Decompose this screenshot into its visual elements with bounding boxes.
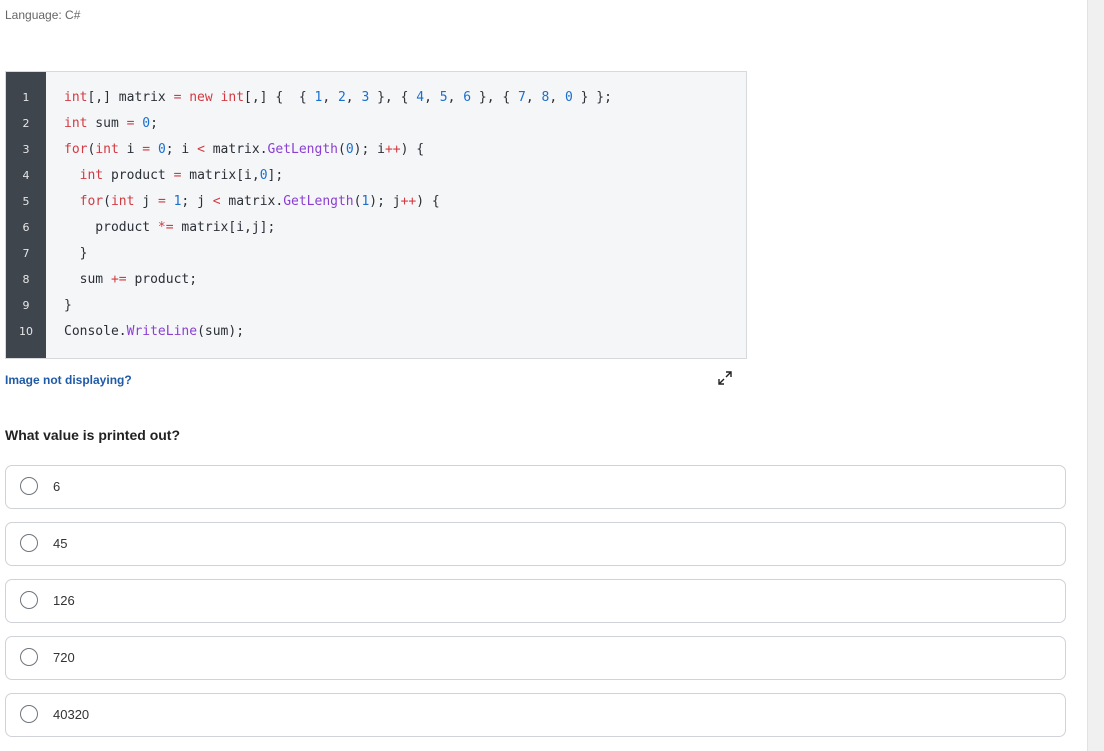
code-line-9: } bbox=[64, 298, 72, 313]
answer-option-3[interactable]: 126 bbox=[5, 579, 1066, 623]
expand-icon[interactable] bbox=[714, 370, 736, 388]
line-number: 3 bbox=[22, 143, 30, 156]
code-line-7: } bbox=[64, 246, 88, 261]
answer-label: 40320 bbox=[53, 707, 90, 722]
code-line-8: sum += product; bbox=[64, 272, 198, 287]
line-number: 1 bbox=[22, 91, 30, 104]
answer-option-2[interactable]: 45 bbox=[5, 522, 1066, 566]
answer-label: 720 bbox=[53, 650, 75, 665]
line-number: 7 bbox=[22, 247, 30, 260]
code-line-2: int sum = 0; bbox=[64, 116, 158, 131]
question-text: What value is printed out? bbox=[5, 427, 181, 443]
answer-option-4[interactable]: 720 bbox=[5, 636, 1066, 680]
expand-icon-graphic bbox=[718, 371, 732, 385]
line-number: 10 bbox=[19, 325, 33, 338]
answer-option-5[interactable]: 40320 bbox=[5, 693, 1066, 737]
answer-label: 6 bbox=[53, 479, 61, 494]
code-line-10: Console.WriteLine(sum); bbox=[64, 324, 245, 339]
image-not-displaying-link[interactable]: Image not displaying? bbox=[5, 373, 132, 387]
answer-label: 45 bbox=[53, 536, 68, 551]
line-number-gutter: 1 2 3 4 5 6 7 8 9 10 bbox=[6, 72, 46, 358]
page-scrollbar[interactable] bbox=[1087, 0, 1104, 751]
code-line-6: product *= matrix[i,j]; bbox=[64, 220, 276, 235]
line-number: 9 bbox=[22, 299, 30, 312]
line-number: 4 bbox=[22, 169, 30, 182]
answer-label: 126 bbox=[53, 593, 75, 608]
radio-button[interactable] bbox=[20, 591, 38, 609]
radio-button[interactable] bbox=[20, 477, 38, 495]
line-number: 8 bbox=[22, 273, 30, 286]
radio-button[interactable] bbox=[20, 534, 38, 552]
code-line-1: int[,] matrix = new int[,] { { 1, 2, 3 }… bbox=[64, 90, 612, 105]
line-number: 6 bbox=[22, 221, 30, 234]
radio-button[interactable] bbox=[20, 648, 38, 666]
radio-button[interactable] bbox=[20, 705, 38, 723]
line-number: 2 bbox=[22, 117, 30, 130]
line-number: 5 bbox=[22, 195, 30, 208]
language-label: Language: C# bbox=[5, 8, 81, 22]
answer-option-1[interactable]: 6 bbox=[5, 465, 1066, 509]
code-line-5: for(int j = 1; j < matrix.GetLength(1); … bbox=[79, 194, 440, 209]
code-line-3: for(int i = 0; i < matrix.GetLength(0); … bbox=[64, 142, 425, 157]
code-image: 1 2 3 4 5 6 7 8 9 10 int[,] matrix = new… bbox=[5, 71, 747, 359]
code-line-4: int product = matrix[i,0]; bbox=[79, 168, 284, 183]
